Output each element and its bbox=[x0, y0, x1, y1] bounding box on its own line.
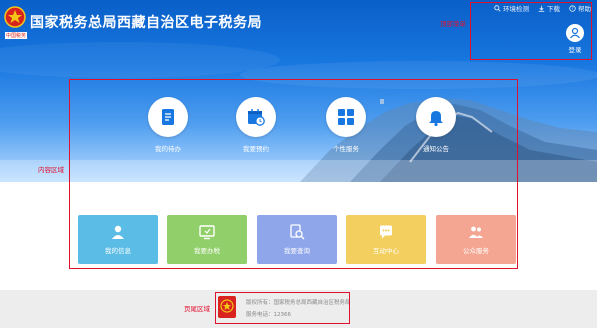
footer-area-annotation-box bbox=[215, 292, 350, 324]
top-menu-annotation-label: 顶部菜单 bbox=[440, 20, 466, 28]
content-area-annotation-box bbox=[69, 79, 518, 269]
page: 中国税务 国家税务总局西藏自治区电子税务局 环境检测 下载 ? 帮助 登录 我的… bbox=[0, 0, 597, 328]
top-menu-annotation-box bbox=[470, 2, 592, 60]
emblem-caption: 中国税务 bbox=[5, 32, 28, 39]
site-title: 国家税务总局西藏自治区电子税务局 bbox=[30, 15, 262, 31]
tax-emblem-logo bbox=[4, 6, 26, 28]
footer-area-annotation-label: 页尾区域 bbox=[184, 305, 210, 313]
content-area-annotation-label: 内容区域 bbox=[38, 166, 64, 174]
